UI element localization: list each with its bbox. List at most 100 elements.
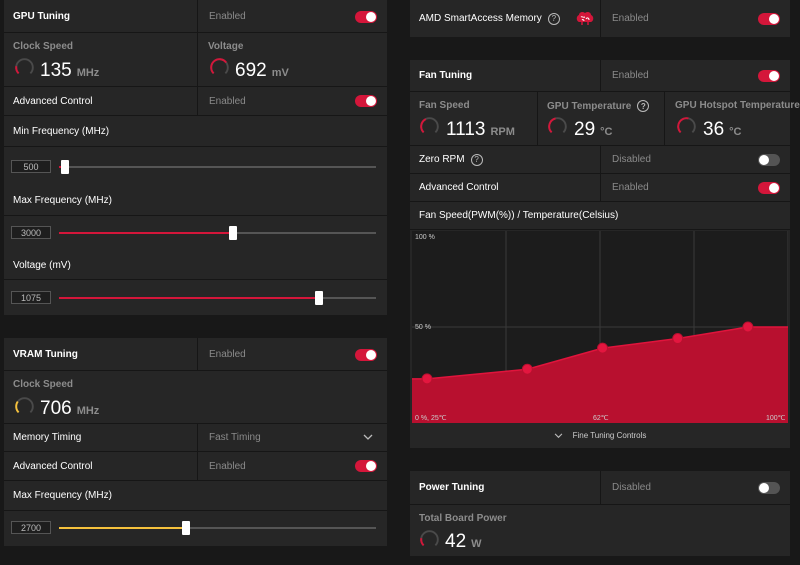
power-tuning-panel: Power Tuning Disabled Total Board Power … [410, 471, 790, 556]
max-frequency-label: Max Frequency (MHz) [13, 195, 112, 206]
gpu-clock-speed-unit: MHz [76, 67, 100, 79]
fan-advanced-control-toggle[interactable] [758, 182, 780, 194]
gpu-tuning-toggle[interactable] [355, 11, 377, 23]
help-icon[interactable]: ? [547, 12, 560, 25]
power-tuning-title: Power Tuning [419, 482, 485, 493]
min-frequency-input[interactable]: 500 [11, 160, 51, 173]
vram-clock-speed-metric: Clock Speed 706 MHz [4, 371, 197, 423]
gauge-fill [420, 538, 425, 547]
fan-tuning-header: Fan Tuning Enabled [410, 60, 790, 92]
gpu-tuning-title: GPU Tuning [13, 10, 71, 22]
vram-max-frequency-thumb[interactable] [181, 521, 190, 535]
fine-tuning-controls-button[interactable]: Fine Tuning Controls [410, 423, 790, 448]
total-board-power-metric: Total Board Power 42 W [410, 505, 600, 556]
gpu-advanced-control-toggle[interactable] [355, 95, 377, 107]
vram-advanced-control-row: Advanced Control Enabled [4, 452, 387, 481]
smart-access-memory-status: Enabled [612, 13, 649, 24]
gpu-voltage-unit: mV [271, 67, 289, 79]
y-mid-label: 50 % [415, 324, 431, 331]
x-end-label: 100℃ [766, 415, 786, 422]
vram-clock-speed-unit: MHz [76, 405, 100, 417]
gpu-clock-speed-gauge-icon [15, 58, 34, 75]
vram-max-frequency-label: Max Frequency (MHz) [13, 490, 112, 501]
fan-curve-point[interactable] [597, 342, 609, 354]
gauge-track [15, 397, 34, 414]
total-board-power-gauge-icon [420, 530, 439, 547]
gpu-tuning-header: GPU Tuning Enabled [4, 0, 387, 33]
gauge-fill [677, 117, 689, 134]
hotspot-temperature-value: 36 [703, 119, 725, 140]
hotspot-temperature-label: GPU Hotspot Temperature [675, 100, 800, 111]
fan-curve-point[interactable] [521, 363, 533, 375]
memory-timing-label: Memory Timing [13, 432, 82, 443]
gpu-advanced-control-label: Advanced Control [13, 95, 93, 107]
gpu-metrics-row: Clock Speed 135 MHz Voltage 692 mV [4, 33, 387, 87]
fan-speed-metric: Fan Speed 1113 RPM [410, 92, 537, 145]
gpu-temperature-metric: GPU Temperature? 29 °C [537, 92, 664, 145]
gpu-clock-speed-value: 135 [40, 60, 72, 81]
fan-curve-chart[interactable]: 100 % 50 % 0 %, 25℃ 62℃ 100℃ [412, 231, 788, 423]
fan-advanced-control-row: Advanced Control Enabled [410, 174, 790, 202]
gpu-voltage-value: 692 [235, 60, 267, 81]
gpu-temperature-value: 29 [574, 119, 596, 140]
max-frequency-input[interactable]: 3000 [11, 226, 51, 239]
power-tuning-toggle[interactable] [758, 482, 780, 494]
help-icon[interactable]: ? [470, 153, 483, 166]
chevron-down-icon [554, 432, 562, 438]
gpu-tuning-status: Enabled [209, 10, 246, 22]
gauge-fill [420, 118, 427, 134]
smart-access-memory-toggle[interactable] [758, 13, 780, 25]
fan-tuning-toggle[interactable] [758, 70, 780, 82]
fan-curve-point[interactable] [742, 321, 754, 333]
gpu-temperature-unit: °C [600, 126, 613, 138]
vram-tuning-header: VRAM Tuning Enabled [4, 338, 387, 371]
total-board-power-unit: W [471, 538, 482, 550]
memory-timing-dropdown[interactable]: Fast Timing [197, 424, 387, 451]
min-frequency-label: Min Frequency (MHz) [13, 125, 110, 137]
fine-tuning-controls-label: Fine Tuning Controls [572, 431, 647, 440]
hotspot-temperature-unit: °C [729, 126, 742, 138]
gpu-voltage-label: Voltage [208, 41, 244, 52]
voltage-slider-row: 1075 [4, 280, 387, 315]
vram-max-frequency-input[interactable]: 2700 [11, 521, 51, 534]
vram-clock-speed-value: 706 [40, 398, 72, 419]
gpu-temperature-gauge-icon [548, 117, 567, 134]
fan-curve-point[interactable] [421, 373, 433, 385]
min-frequency-track[interactable] [59, 166, 376, 168]
vram-advanced-control-toggle[interactable] [355, 460, 377, 472]
max-frequency-fill [59, 232, 234, 234]
fan-curve-svg[interactable] [412, 231, 788, 423]
gpu-voltage-gauge-icon [210, 58, 229, 75]
zero-rpm-row: Zero RPM? Disabled [410, 146, 790, 174]
vram-advanced-control-label: Advanced Control [13, 460, 93, 472]
zero-rpm-status: Disabled [612, 154, 651, 165]
total-board-power-label: Total Board Power [419, 513, 507, 524]
fan-curve-point[interactable] [672, 333, 684, 345]
voltage-input[interactable]: 1075 [11, 291, 51, 304]
gpu-tuning-panel: GPU Tuning Enabled Clock Speed 135 MHz V… [4, 0, 387, 315]
gpu-voltage-metric: Voltage 692 mV [197, 33, 387, 86]
voltage-fill [59, 297, 319, 299]
zero-rpm-label: Zero RPM [419, 154, 465, 165]
x-mid-label: 62℃ [593, 415, 609, 422]
fan-advanced-control-status: Enabled [612, 182, 649, 193]
vram-clock-speed-label: Clock Speed [13, 379, 74, 390]
max-frequency-thumb[interactable] [229, 226, 238, 240]
x-start-label: 0 %, 25℃ [415, 415, 447, 422]
gauge-fill [15, 401, 20, 414]
gpu-temperature-label-wrap: GPU Temperature? [547, 100, 650, 112]
vram-advanced-control-status: Enabled [209, 460, 246, 472]
voltage-thumb[interactable] [314, 291, 323, 305]
power-metrics-row: Total Board Power 42 W [410, 505, 790, 556]
memory-timing-value: Fast Timing [209, 432, 261, 443]
fan-tuning-status: Enabled [612, 70, 649, 81]
smart-access-memory-panel: AMD SmartAccess Memory ? Enabled [410, 0, 790, 37]
zero-rpm-toggle[interactable] [758, 154, 780, 166]
vram-tuning-panel: VRAM Tuning Enabled Clock Speed 706 MHz … [4, 338, 387, 546]
fan-speed-unit: RPM [490, 126, 515, 138]
min-frequency-thumb[interactable] [61, 160, 70, 174]
vram-tuning-toggle[interactable] [355, 349, 377, 361]
help-icon[interactable]: ? [637, 100, 650, 112]
power-tuning-status: Disabled [612, 482, 651, 493]
hotspot-temperature-gauge-icon [677, 117, 696, 134]
